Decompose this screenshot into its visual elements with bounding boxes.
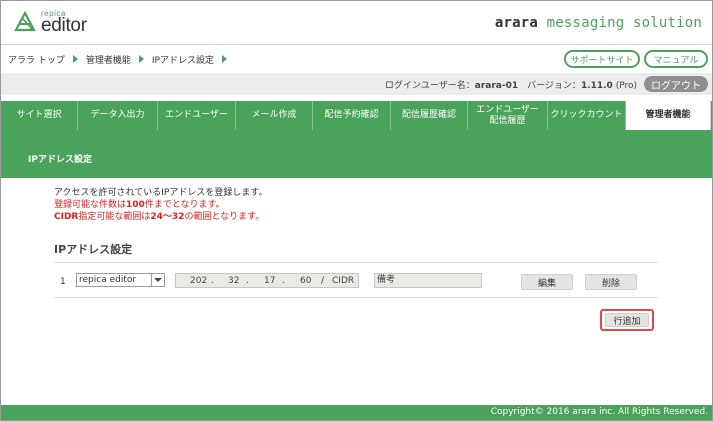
ip-octet-4[interactable]: 60 — [300, 276, 311, 286]
intro-line-3-pre: CIDR — [54, 212, 79, 222]
tab-end-user[interactable]: エンドユーザー — [158, 101, 236, 130]
ip-octet-2[interactable]: 32 — [228, 276, 239, 286]
tab-click-count[interactable]: クリックカウント — [548, 101, 626, 130]
ip-dot: . — [246, 276, 249, 286]
intro-line-2-num: 100 — [126, 200, 145, 210]
tab-delivery-history[interactable]: 配信履歴確認 — [391, 101, 468, 130]
login-user: arara-01 — [474, 81, 519, 91]
delete-button[interactable]: 削除 — [585, 274, 637, 290]
repica-logo-icon — [14, 10, 36, 32]
breadcrumb-arrow-icon — [221, 55, 227, 63]
login-info: ログインユーザー名：arara-01 バージョン：1.11.0 (Pro) — [385, 78, 637, 91]
login-bar: ログインユーザー名：arara-01 バージョン：1.11.0 (Pro) ログ… — [1, 73, 712, 95]
intro-line-3: CIDR指定可能な範囲は24～32の範囲となります。 — [54, 211, 267, 223]
brand-rest: messaging solution — [538, 15, 702, 31]
tab-data-io[interactable]: データ入出力 — [78, 101, 158, 130]
footer: Copyright© 2016 arara inc. All Rights Re… — [1, 405, 712, 420]
row-index: 1 — [60, 277, 66, 287]
divider-top — [54, 262, 658, 263]
intro-line-2-post: 件までとなります。 — [144, 200, 225, 210]
tab-mail-create[interactable]: メール作成 — [236, 101, 313, 130]
memo-field[interactable]: 備考 — [374, 273, 482, 288]
tab-site-select[interactable]: サイト選択 — [1, 101, 78, 130]
tab-enduser-history[interactable]: エンドユーザー 配信履歴 — [468, 101, 548, 130]
site-select-value: repica editor — [79, 275, 137, 285]
intro-line-3-mid: 指定可能な範囲は — [78, 212, 151, 222]
brand-logo: arara messaging solution — [495, 15, 702, 31]
logout-button[interactable]: ログアウト — [644, 76, 708, 92]
login-label: ログインユーザー名： — [384, 81, 475, 91]
tab-admin[interactable]: 管理者機能 — [626, 101, 711, 130]
ip-octet-3[interactable]: 17 — [264, 276, 275, 286]
ip-settings-heading: IPアドレス設定 — [54, 243, 133, 256]
edition: (Pro) — [612, 81, 637, 91]
site-select[interactable]: repica editor — [76, 273, 165, 287]
edit-button[interactable]: 編集 — [521, 274, 573, 290]
ip-dot: . — [211, 276, 214, 286]
support-site-button[interactable]: サポートサイト — [564, 50, 640, 68]
version-label: バージョン： — [518, 81, 581, 91]
intro-line-1: アクセスを許可されているIPアドレスを登録します。 — [54, 188, 268, 198]
intro-text: アクセスを許可されているIPアドレスを登録します。 登録可能な件数は100件まで… — [54, 187, 267, 223]
intro-line-2: 登録可能な件数は100件までとなります。 — [54, 199, 267, 211]
manual-button[interactable]: マニュアル — [644, 50, 708, 68]
breadcrumb-top[interactable]: アララ トップ — [8, 53, 65, 66]
cidr-label[interactable]: CIDR — [332, 276, 354, 286]
add-row-button[interactable]: 行追加 — [605, 313, 649, 327]
version-number: 1.11.0 — [580, 81, 613, 91]
section-banner: IPアドレス設定 — [1, 130, 712, 178]
page-title: IPアドレス設定 — [28, 155, 92, 165]
intro-line-2-pre: 登録可能な件数は — [54, 200, 127, 210]
add-row-highlight: 行追加 — [600, 309, 654, 331]
breadcrumb-arrow-icon — [138, 55, 144, 63]
intro-line-3-num: 24～32 — [150, 212, 185, 222]
header: repica editor arara messaging solution — [1, 1, 712, 45]
breadcrumb-ip: IPアドレス設定 — [151, 55, 214, 66]
logo-text: editor — [41, 15, 87, 36]
breadcrumb-admin[interactable]: 管理者機能 — [86, 53, 131, 66]
divider-bottom — [54, 297, 658, 298]
breadcrumb-arrow-icon — [72, 55, 78, 63]
ip-octet-1[interactable]: 202 — [190, 276, 207, 286]
brand-bold: arara — [494, 15, 539, 31]
tab-delivery-reservation[interactable]: 配信予約確認 — [313, 101, 391, 130]
intro-line-3-post: の範囲となります。 — [184, 212, 265, 222]
ip-dot: . — [282, 276, 285, 286]
main-nav: サイト選択 データ入出力 エンドユーザー メール作成 配信予約確認 配信履歴確認… — [1, 101, 712, 130]
breadcrumb: アララ トップ 管理者機能 IPアドレス設定 — [8, 52, 235, 66]
chevron-down-icon — [151, 274, 164, 286]
copyright: Copyright© 2016 arara inc. All Rights Re… — [490, 407, 708, 417]
cidr-slash: / — [321, 276, 325, 286]
ip-address-field[interactable]: 202 . 32 . 17 . 60 / CIDR — [175, 273, 359, 288]
